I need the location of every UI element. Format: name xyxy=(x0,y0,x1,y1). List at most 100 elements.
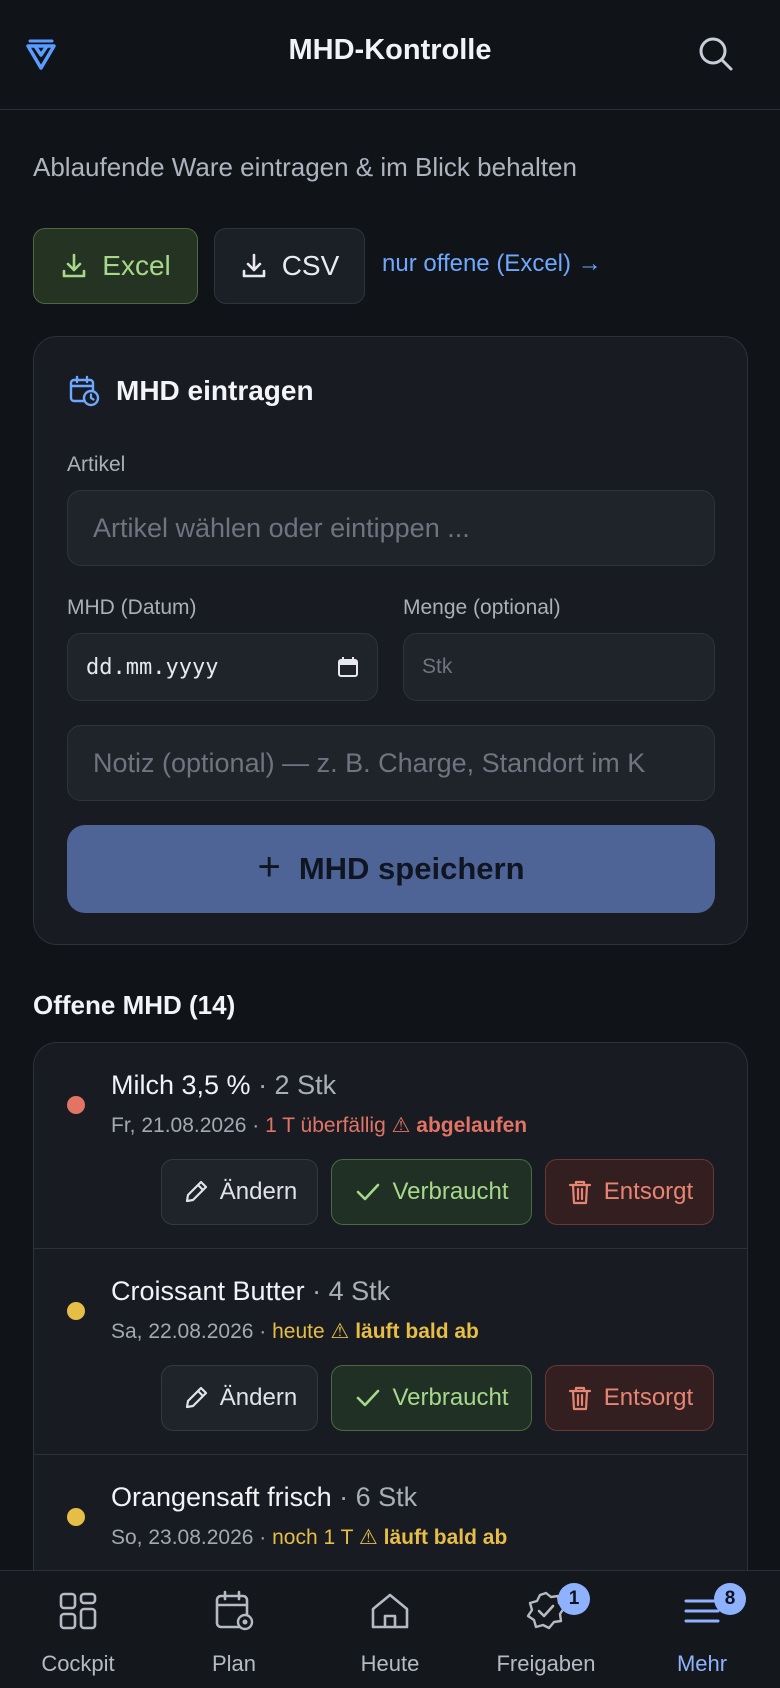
export-excel-label: Excel xyxy=(102,250,171,281)
mhd-date-value: dd.mm.yyyy xyxy=(86,654,219,680)
item-date: Sa, 22.08.2026 · xyxy=(111,1320,273,1343)
item-warning-text: läuft bald ab xyxy=(383,1526,508,1549)
page-title: MHD-Kontrolle xyxy=(288,34,492,66)
nav-mehr[interactable]: 8 Mehr xyxy=(624,1571,780,1688)
download-icon xyxy=(62,253,86,278)
notiz-input[interactable] xyxy=(93,747,714,779)
dispose-label: Entsorgt xyxy=(603,1178,694,1205)
form-title: MHD eintragen xyxy=(68,375,314,407)
item-qty: · 2 Stk xyxy=(250,1070,337,1100)
menge-field[interactable] xyxy=(403,633,715,701)
artikel-field[interactable] xyxy=(67,490,715,566)
item-status: heute xyxy=(272,1320,325,1343)
nav-mehr-label: Mehr xyxy=(676,1651,728,1676)
nav-plan-label: Plan xyxy=(211,1651,257,1676)
item-name-line: Milch 3,5 % · 2 Stk xyxy=(111,1070,336,1101)
item-warning: ⚠ läuft bald ab xyxy=(331,1320,479,1343)
item-qty: · 4 Stk xyxy=(304,1276,391,1306)
item-warning: ⚠ abgelaufen xyxy=(392,1114,528,1137)
nav-cockpit-label: Cockpit xyxy=(41,1651,115,1676)
mhd-form-card: MHD eintragen Artikel MHD (Datum) dd.mm.… xyxy=(33,336,748,945)
item-warning-text: läuft bald ab xyxy=(355,1320,479,1343)
used-label: Verbraucht xyxy=(392,1178,509,1205)
calendar-clock-icon xyxy=(69,375,100,407)
item-meta: Fr, 21.08.2026 · 1 T überfällig ⚠ abgela… xyxy=(111,1113,527,1138)
pencil-icon xyxy=(185,1180,207,1203)
export-csv-label: CSV xyxy=(281,250,340,281)
nav-heute[interactable]: Heute xyxy=(312,1571,468,1688)
plus-icon: + xyxy=(257,844,281,889)
form-title-label: MHD eintragen xyxy=(116,375,314,406)
nav-plan[interactable]: Plan xyxy=(156,1571,312,1688)
dispose-button[interactable]: Entsorgt xyxy=(545,1159,714,1225)
check-icon xyxy=(357,1389,380,1407)
check-icon xyxy=(357,1183,380,1201)
save-mhd-button[interactable]: + MHD speichern xyxy=(67,825,715,913)
used-label: Verbraucht xyxy=(392,1384,509,1411)
menge-input[interactable] xyxy=(422,655,714,679)
item-date: Fr, 21.08.2026 · xyxy=(111,1114,266,1137)
edit-label: Ändern xyxy=(219,1384,298,1411)
edit-label: Ändern xyxy=(219,1178,298,1205)
item-name: Croissant Butter xyxy=(111,1276,305,1306)
status-dot xyxy=(67,1508,85,1526)
export-excel-button[interactable]: Excel xyxy=(33,228,198,304)
mehr-badge: 8 xyxy=(714,1583,746,1615)
download-icon xyxy=(242,253,266,278)
item-name: Orangensaft frisch xyxy=(111,1482,332,1512)
status-dot xyxy=(67,1096,85,1114)
grid-icon xyxy=(59,1592,97,1630)
dispose-button[interactable]: Entsorgt xyxy=(545,1365,714,1431)
item-name: Milch 3,5 % xyxy=(111,1070,251,1100)
warning-icon: ⚠ xyxy=(330,1320,350,1343)
home-icon xyxy=(371,1593,409,1629)
warning-icon: ⚠ xyxy=(358,1526,378,1549)
item-status: 1 T überfällig xyxy=(265,1114,386,1137)
calendar-icon[interactable] xyxy=(337,656,359,678)
warning-icon: ⚠ xyxy=(391,1114,411,1137)
list-item: Milch 3,5 % · 2 Stk Fr, 21.08.2026 · 1 T… xyxy=(34,1043,747,1249)
used-button[interactable]: Verbraucht xyxy=(331,1159,532,1225)
used-button[interactable]: Verbraucht xyxy=(331,1365,532,1431)
artikel-label: Artikel xyxy=(67,453,126,476)
save-mhd-label: MHD speichern xyxy=(298,851,525,886)
item-qty: · 6 Stk xyxy=(331,1482,418,1512)
calendar-gear-icon xyxy=(215,1590,254,1631)
artikel-input[interactable] xyxy=(93,512,714,544)
export-csv-button[interactable]: CSV xyxy=(214,228,365,304)
list-item: Croissant Butter · 4 Stk Sa, 22.08.2026 … xyxy=(34,1249,747,1455)
app-header: MHD-Kontrolle xyxy=(0,0,780,110)
mhd-date-label: MHD (Datum) xyxy=(67,596,197,619)
search-icon[interactable] xyxy=(696,34,736,74)
edit-button[interactable]: Ändern xyxy=(161,1365,318,1431)
item-warning-text: abgelaufen xyxy=(416,1114,528,1137)
trash-icon xyxy=(568,1386,591,1411)
item-warning: ⚠ läuft bald ab xyxy=(359,1526,507,1549)
dispose-label: Entsorgt xyxy=(603,1384,694,1411)
open-mhd-title: Offene MHD (14) xyxy=(33,990,236,1020)
item-name-line: Orangensaft frisch · 6 Stk xyxy=(111,1482,417,1513)
item-name-line: Croissant Butter · 4 Stk xyxy=(111,1276,390,1307)
freigaben-badge: 1 xyxy=(558,1583,590,1615)
notiz-field[interactable] xyxy=(67,725,715,801)
menge-label: Menge (optional) xyxy=(403,596,561,619)
item-actions: Ändern Verbraucht Entsorgt xyxy=(161,1159,714,1225)
item-date: So, 23.08.2026 · xyxy=(111,1526,273,1549)
page: MHD-Kontrolle Ablaufende Ware eintragen … xyxy=(0,0,780,1688)
edit-button[interactable]: Ändern xyxy=(161,1159,318,1225)
export-open-excel-link[interactable]: nur offene (Excel) → xyxy=(382,250,602,278)
pencil-icon xyxy=(185,1386,207,1409)
item-actions: Ändern Verbraucht Entsorgt xyxy=(161,1365,714,1431)
nav-freigaben[interactable]: 1 Freigaben xyxy=(468,1571,624,1688)
bottom-nav: Cockpit Plan Heute 1 Freigaben 8 Mehr xyxy=(0,1570,780,1688)
page-subtitle: Ablaufende Ware eintragen & im Blick beh… xyxy=(33,152,577,182)
item-status: noch 1 T xyxy=(272,1526,354,1549)
item-meta: So, 23.08.2026 · noch 1 T ⚠ läuft bald a… xyxy=(111,1525,507,1550)
mhd-date-field[interactable]: dd.mm.yyyy xyxy=(67,633,378,701)
trash-icon xyxy=(568,1180,591,1205)
status-dot xyxy=(67,1302,85,1320)
nav-heute-label: Heute xyxy=(360,1651,420,1676)
item-meta: Sa, 22.08.2026 · heute ⚠ läuft bald ab xyxy=(111,1319,479,1344)
nav-freigaben-label: Freigaben xyxy=(496,1651,596,1676)
nav-cockpit[interactable]: Cockpit xyxy=(0,1571,156,1688)
